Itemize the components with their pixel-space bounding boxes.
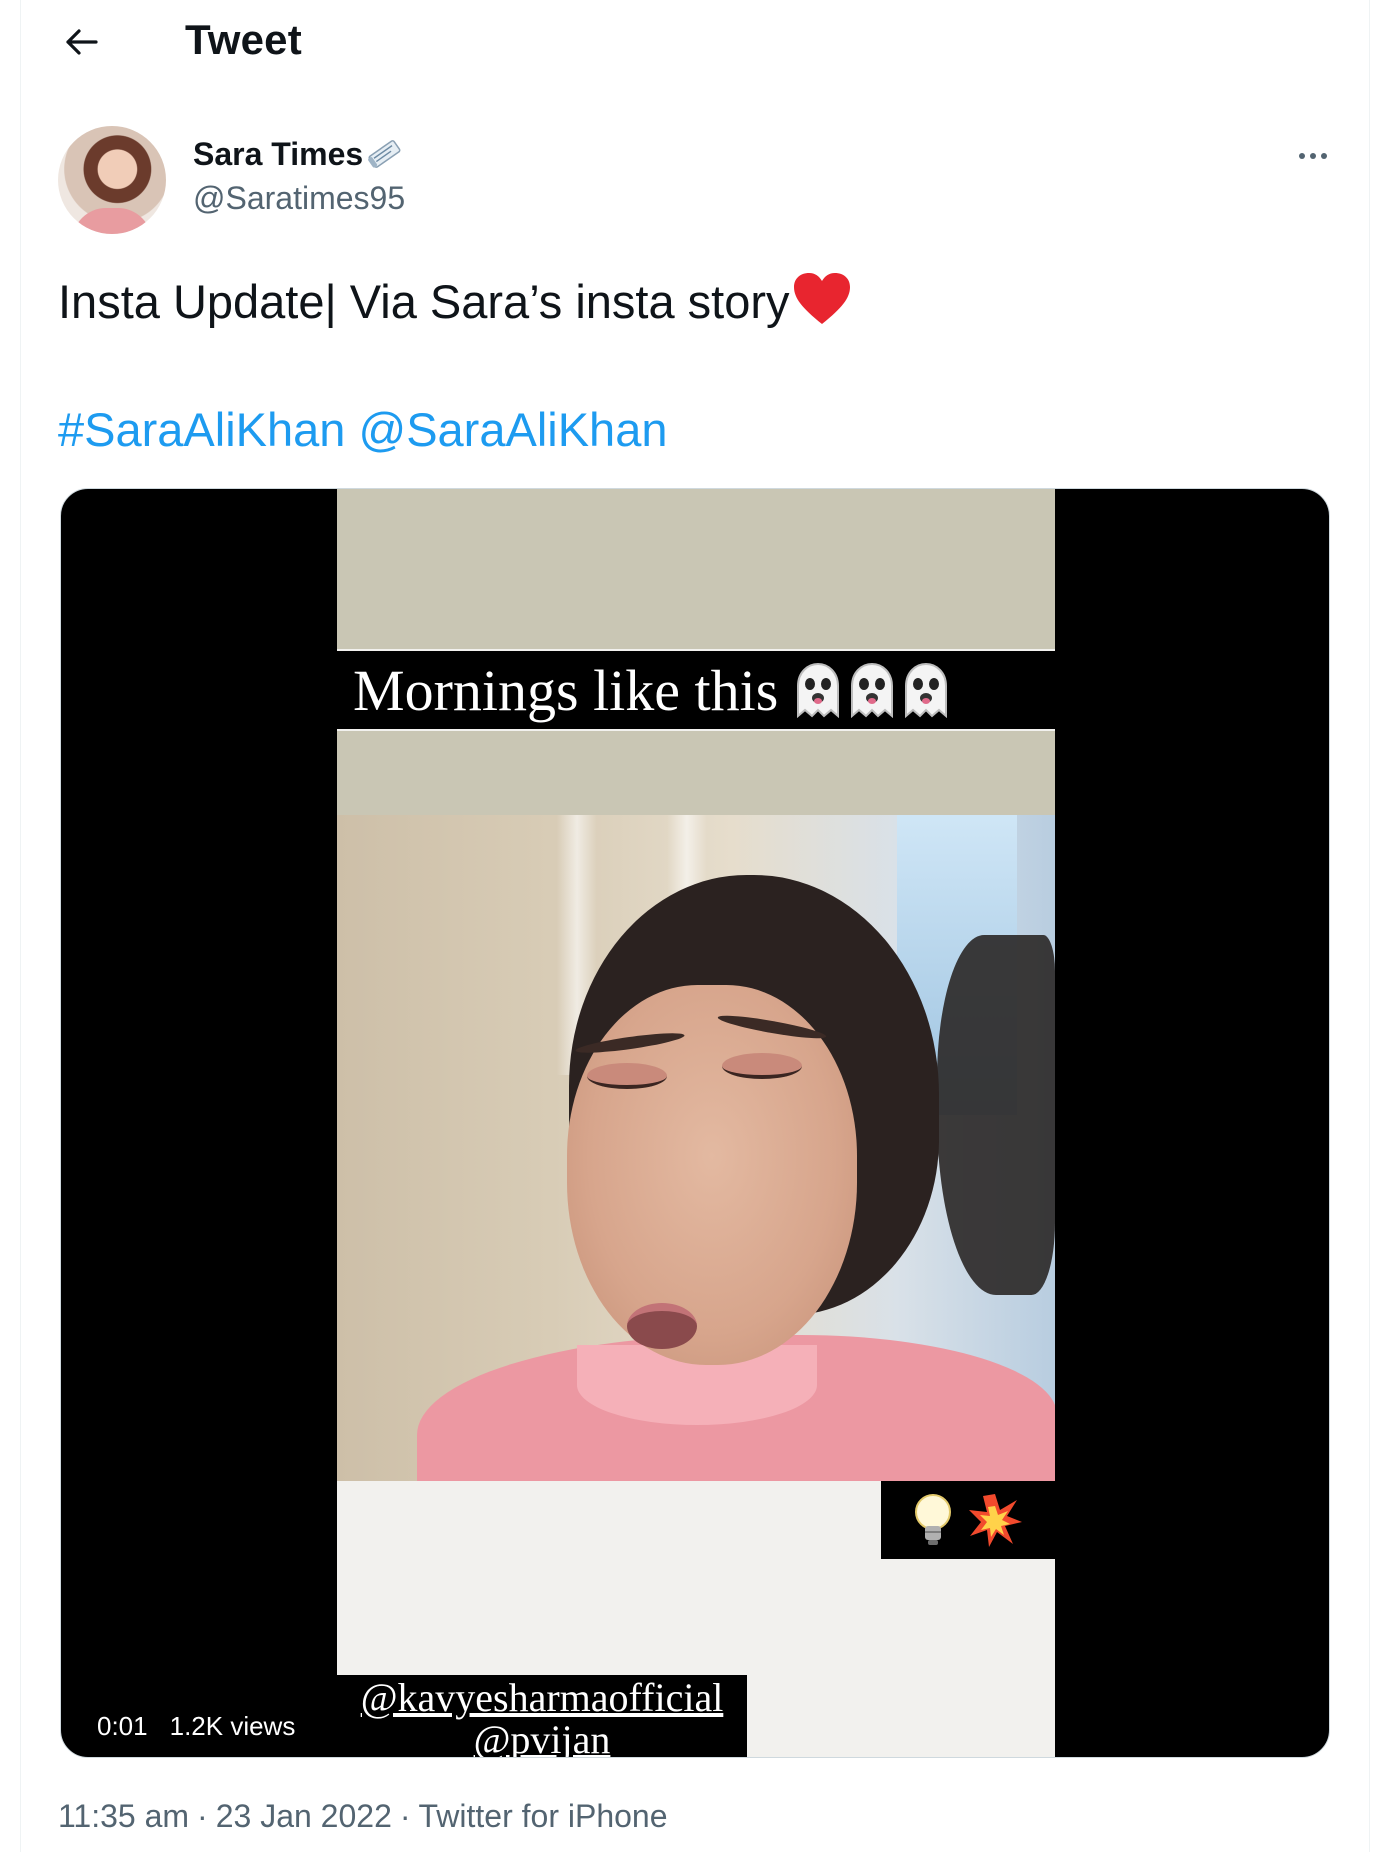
story-tag-secondary: @pvijan xyxy=(473,1717,611,1758)
tweet-source[interactable]: Twitter for iPhone xyxy=(419,1798,668,1834)
author-name-row[interactable]: Sara Times xyxy=(193,136,405,176)
avatar[interactable] xyxy=(58,126,166,234)
story-mid-band xyxy=(337,731,1055,815)
red-heart-icon xyxy=(792,272,852,340)
tweet-text: Insta Update| Via Sara’s insta story xyxy=(58,272,852,340)
video-overlay-meta: 0:01 1.2K views xyxy=(97,1711,295,1742)
mouth-shape xyxy=(627,1303,697,1349)
video-views: 1.2K views xyxy=(169,1711,296,1741)
mention-link[interactable]: @SaraAliKhan xyxy=(358,403,667,456)
story-frame: Mornings like this @kavyesharmaofficial … xyxy=(337,489,1055,1758)
arrow-left-icon xyxy=(66,29,98,55)
author-handle[interactable]: @Saratimes95 xyxy=(193,180,405,217)
more-dot-icon xyxy=(1321,153,1327,159)
collision-icon xyxy=(969,1494,1022,1547)
ghost-icons xyxy=(792,662,952,718)
light-bulb-icon xyxy=(915,1494,951,1545)
tweet-text-content: Insta Update| Via Sara’s insta story xyxy=(58,275,790,328)
eye-shape xyxy=(587,1063,667,1089)
back-button[interactable] xyxy=(58,18,106,66)
tweet-time[interactable]: 11:35 am xyxy=(58,1798,189,1834)
more-options-button[interactable] xyxy=(1290,138,1336,174)
tweet-tags: #SaraAliKhan @SaraAliKhan xyxy=(58,400,667,460)
newspaper-icon xyxy=(365,138,405,176)
story-emoji-box xyxy=(881,1481,1055,1559)
tweet-date[interactable]: 23 Jan 2022 xyxy=(216,1798,392,1834)
story-top-band xyxy=(337,489,1055,649)
avatar-shoulder xyxy=(72,208,152,234)
video-player[interactable]: Mornings like this @kavyesharmaofficial … xyxy=(60,488,1330,1758)
more-dot-icon xyxy=(1299,153,1305,159)
more-dot-icon xyxy=(1310,153,1316,159)
ghost-icon xyxy=(797,662,840,718)
top-bar: Tweet xyxy=(0,0,1381,90)
story-tag-primary: @kavyesharmaofficial xyxy=(360,1675,724,1720)
tweet-meta: 11:35 am · 23 Jan 2022 · Twitter for iPhone xyxy=(58,1798,668,1835)
ghost-icon xyxy=(851,662,894,718)
ghost-icon xyxy=(905,662,948,718)
hair-reflection-shape xyxy=(937,935,1055,1295)
author-name[interactable]: Sara Times xyxy=(193,136,363,172)
story-caption-bar: Mornings like this xyxy=(337,651,1055,729)
meta-separator: · xyxy=(399,1798,411,1834)
story-photo xyxy=(337,815,1055,1481)
video-time: 0:01 xyxy=(97,1711,148,1741)
story-caption: Mornings like this xyxy=(353,657,779,723)
hashtag-link[interactable]: #SaraAliKhan xyxy=(58,403,345,456)
meta-separator: · xyxy=(197,1798,208,1834)
page-title: Tweet xyxy=(185,16,302,63)
eye-shape xyxy=(722,1053,802,1079)
story-tag-box: @kavyesharmaofficial @pvijan xyxy=(337,1675,747,1758)
